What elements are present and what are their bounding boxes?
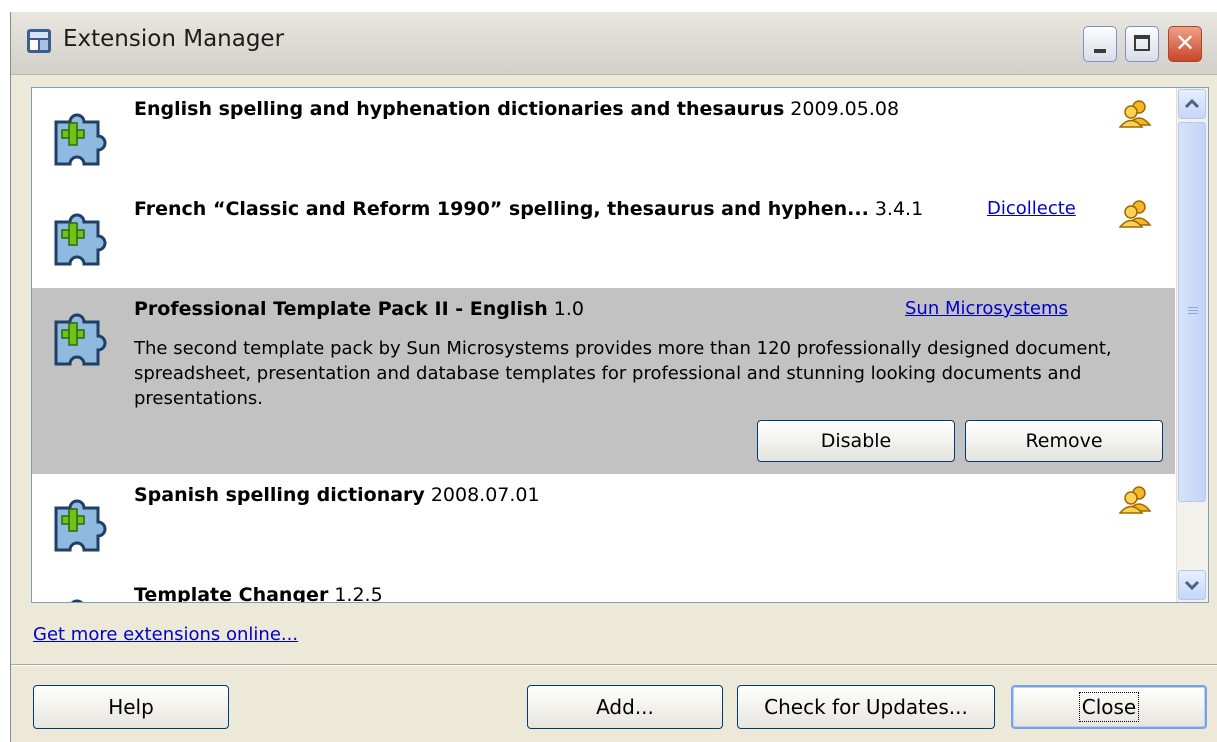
get-more-extensions-link[interactable]: Get more extensions online... xyxy=(33,624,298,645)
remove-button[interactable]: Remove xyxy=(965,420,1163,462)
publisher-link[interactable]: Dicollecte xyxy=(987,198,1076,219)
maximize-button[interactable] xyxy=(1125,26,1159,62)
chevron-up-icon xyxy=(1184,98,1200,109)
shared-users-icon xyxy=(1119,486,1152,514)
close-icon: ✕ xyxy=(1174,29,1196,57)
remove-button-label: Remove xyxy=(1025,430,1103,452)
help-button[interactable]: Help xyxy=(33,685,229,729)
extension-row-template-pack[interactable]: Professional Template Pack II - English 1… xyxy=(32,288,1175,474)
extension-version: 2009.05.08 xyxy=(790,98,900,120)
extension-version: 1.2.5 xyxy=(334,584,383,603)
minimize-button[interactable] xyxy=(1083,26,1117,62)
scroll-down-button[interactable] xyxy=(1178,570,1206,600)
disable-button[interactable]: Disable xyxy=(757,420,955,462)
puzzle-plus-icon xyxy=(54,113,107,166)
extension-row-template-changer[interactable]: Template Changer 1.2.5 xyxy=(32,574,1175,603)
close-button[interactable]: Close xyxy=(1011,685,1207,729)
separator xyxy=(11,664,1217,666)
close-button-label: Close xyxy=(1078,692,1140,722)
help-button-label: Help xyxy=(108,695,154,719)
scrollbar-thumb[interactable] xyxy=(1178,122,1206,502)
add-button-label: Add... xyxy=(596,695,654,719)
extension-title: French “Classic and Reform 1990” spellin… xyxy=(134,198,923,220)
extension-title: English spelling and hyphenation diction… xyxy=(134,98,899,120)
close-window-button[interactable]: ✕ xyxy=(1168,26,1202,62)
extension-row-english[interactable]: English spelling and hyphenation diction… xyxy=(32,88,1175,189)
minimize-icon xyxy=(1094,49,1106,53)
extension-title: Template Changer 1.2.5 xyxy=(134,584,383,603)
publisher-link[interactable]: Sun Microsystems xyxy=(905,298,1068,319)
add-button[interactable]: Add... xyxy=(527,685,723,729)
extension-name: Spanish spelling dictionary xyxy=(134,484,425,506)
extension-version: 1.0 xyxy=(553,298,584,320)
extension-title: Spanish spelling dictionary 2008.07.01 xyxy=(134,484,540,506)
shared-users-icon xyxy=(1119,100,1152,128)
extension-description: The second template pack by Sun Microsys… xyxy=(134,338,1112,409)
extension-list[interactable]: English spelling and hyphenation diction… xyxy=(31,87,1209,603)
extension-manager-window: Extension Manager ✕ English spelling and… xyxy=(10,12,1217,742)
extension-title: Professional Template Pack II - English 1… xyxy=(134,298,584,320)
vertical-scrollbar[interactable] xyxy=(1176,88,1208,602)
puzzle-plus-icon xyxy=(54,313,107,366)
check-for-updates-button[interactable]: Check for Updates... xyxy=(737,685,995,729)
check-for-updates-label: Check for Updates... xyxy=(764,695,968,719)
disable-button-label: Disable xyxy=(820,430,892,452)
maximize-icon xyxy=(1134,35,1150,51)
puzzle-plus-icon xyxy=(54,499,107,552)
extension-manager-app-icon xyxy=(27,29,51,53)
extension-name: Professional Template Pack II - English xyxy=(134,298,548,320)
scrollbar-grip-icon xyxy=(1188,307,1198,315)
extension-name: English spelling and hyphenation diction… xyxy=(134,98,785,120)
puzzle-plus-icon xyxy=(54,213,107,266)
window-title: Extension Manager xyxy=(63,26,285,52)
title-bar[interactable]: Extension Manager ✕ xyxy=(11,12,1217,75)
extension-name: Template Changer xyxy=(134,584,329,603)
extension-name: French “Classic and Reform 1990” spellin… xyxy=(134,198,869,220)
extension-version: 2008.07.01 xyxy=(430,484,540,506)
shared-users-icon xyxy=(1119,200,1152,228)
extension-row-french[interactable]: French “Classic and Reform 1990” spellin… xyxy=(32,188,1175,289)
extension-row-spanish[interactable]: Spanish spelling dictionary 2008.07.01 xyxy=(32,474,1175,575)
scroll-up-button[interactable] xyxy=(1178,89,1206,119)
chevron-down-icon xyxy=(1184,580,1200,591)
puzzle-plus-icon xyxy=(71,599,83,602)
extension-version: 3.4.1 xyxy=(874,198,924,220)
